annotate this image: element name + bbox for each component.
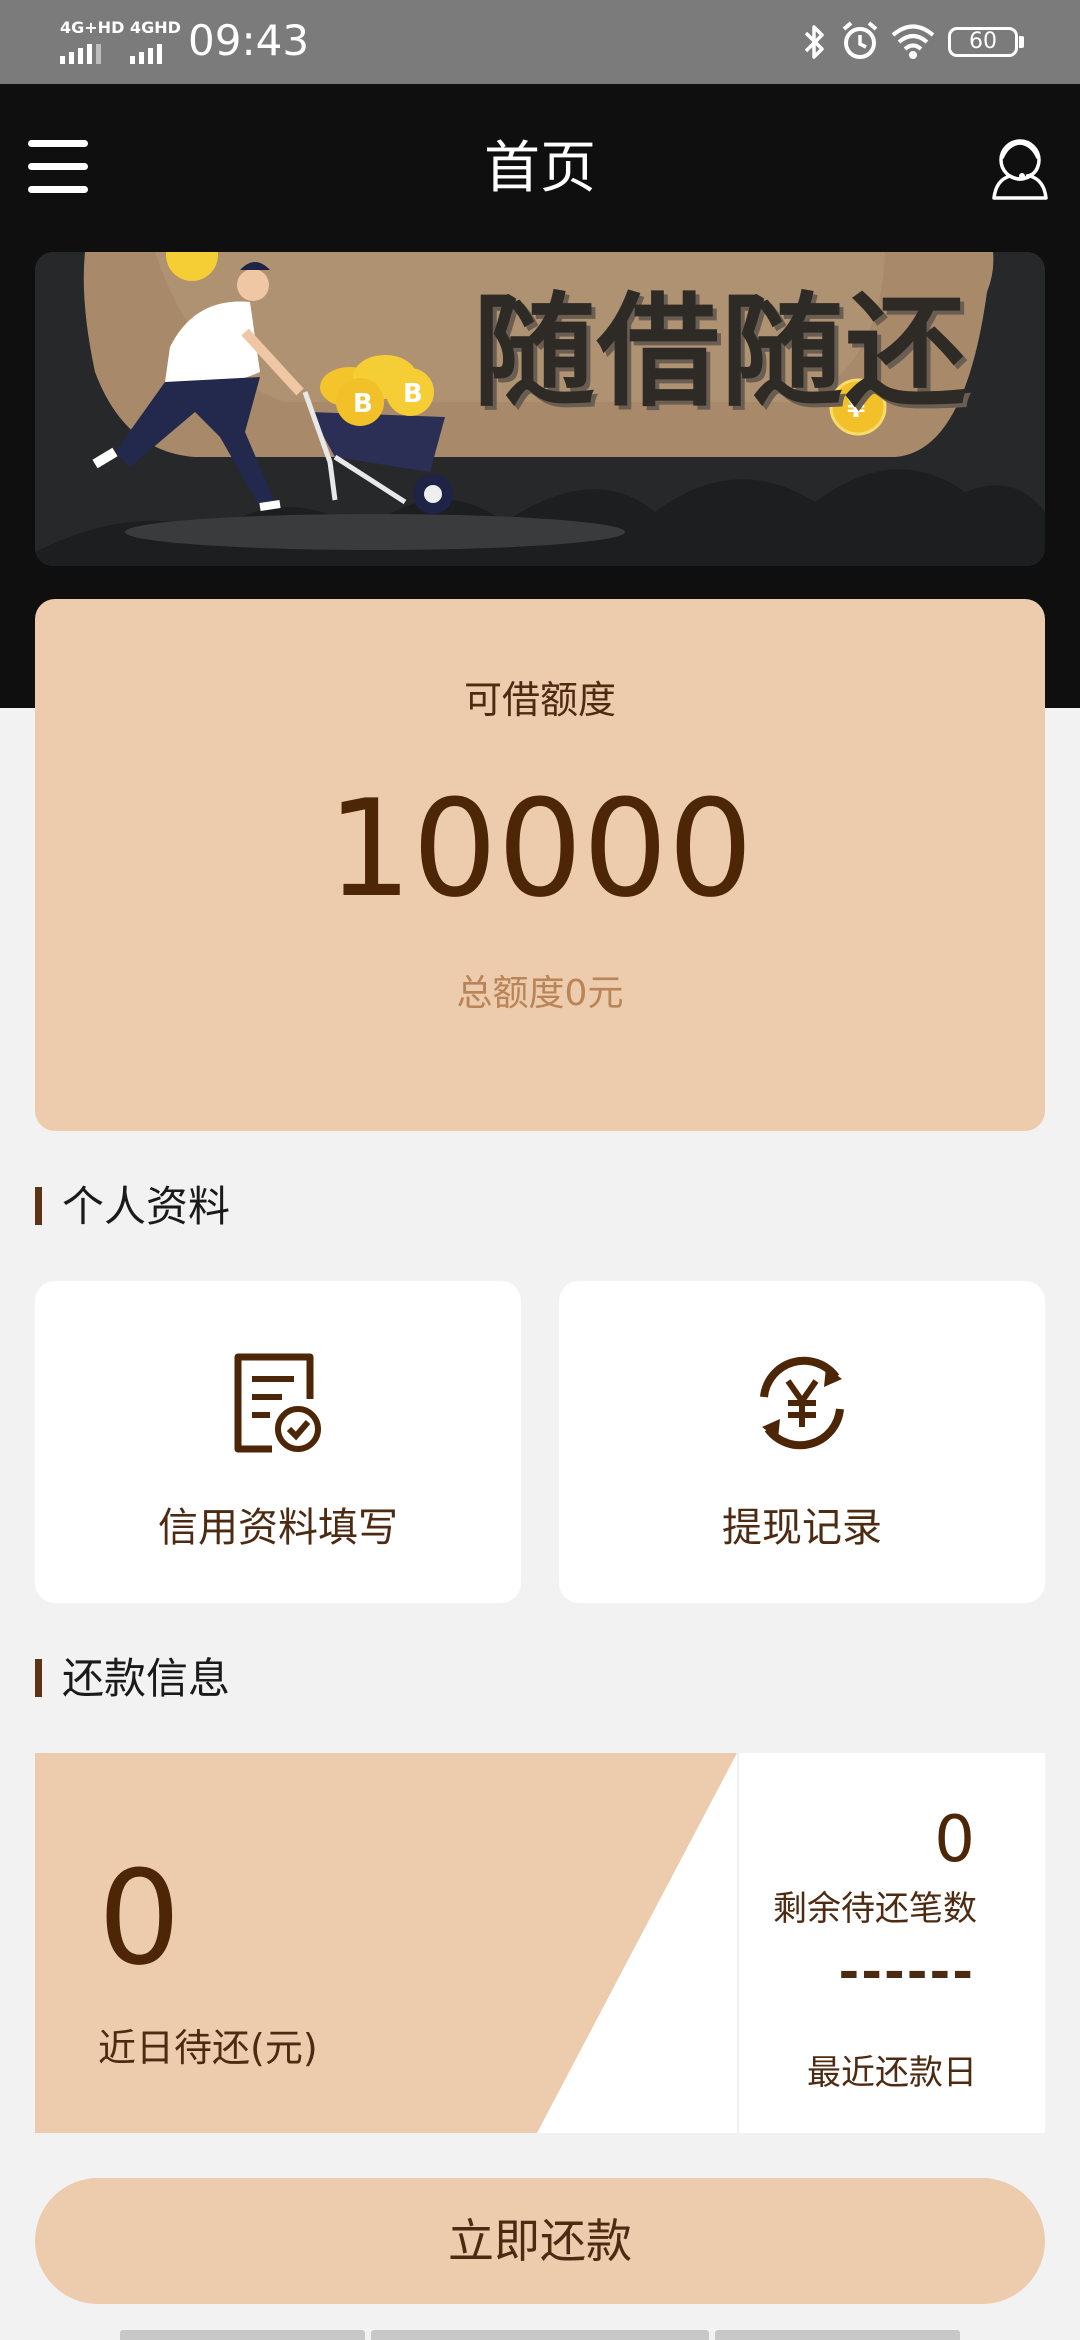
recent-repayment-date: ------ (838, 1943, 975, 2001)
signal-1: 4G+HD (60, 20, 124, 64)
credit-info-tile[interactable]: 信用资料填写 (35, 1281, 521, 1603)
battery-tip (1019, 36, 1024, 48)
remaining-count: 0 (934, 1803, 975, 1877)
withdrawal-record-tile[interactable]: 提现记录 (559, 1281, 1045, 1603)
credit-info-label: 信用资料填写 (158, 1505, 398, 1551)
signal-bars-1-icon (60, 42, 124, 64)
section-title-personal: 个人资料 (62, 1182, 231, 1231)
bottom-tab-3[interactable] (715, 2330, 960, 2340)
section-title-repayment: 还款信息 (62, 1654, 231, 1703)
promo-banner[interactable]: B B ¥ 随借随还 (35, 252, 1045, 566)
page-title: 首页 (484, 136, 596, 201)
network-type-1: 4G+HD (60, 18, 125, 37)
alarm-icon (842, 21, 878, 59)
signal-2: 4GHD (130, 20, 181, 64)
credit-limit-card: 可借额度 10000 总额度0元 (35, 599, 1045, 1131)
withdrawal-record-label: 提现记录 (722, 1505, 882, 1551)
credit-document-check-icon (234, 1353, 321, 1453)
available-limit-label: 可借额度 (463, 678, 616, 722)
wifi-icon (891, 24, 935, 59)
due-amount: 0 (98, 1842, 181, 1994)
yuan-refresh-icon (760, 1356, 844, 1450)
repay-now-button[interactable]: 立即还款 (35, 2178, 1045, 2304)
battery-icon: 60 (948, 27, 1018, 57)
bluetooth-icon (804, 25, 824, 59)
bottom-tab-1[interactable] (120, 2330, 365, 2340)
bottom-tab-2[interactable] (371, 2330, 709, 2340)
customer-service-button[interactable] (988, 134, 1052, 200)
battery-level: 60 (969, 29, 997, 54)
available-limit-amount: 10000 (326, 771, 754, 927)
due-amount-label: 近日待还(元) (98, 2026, 318, 2070)
banner-headline: 随借随还 (473, 281, 969, 423)
customer-service-icon (992, 139, 1048, 200)
repayment-info-card: 0 近日待还(元) 0 剩余待还笔数 ------ 最近还款日 (35, 1753, 1045, 2133)
section-marker (35, 1659, 42, 1697)
network-type-2: 4GHD (130, 18, 181, 37)
svg-text:B: B (403, 379, 423, 409)
top-app-bar: 首页 (0, 84, 1080, 252)
clock: 09:43 (188, 16, 310, 65)
status-bar: 4G+HD 4GHD 09:43 60 (0, 0, 1080, 84)
remaining-count-label: 剩余待还笔数 (773, 1889, 977, 1929)
recent-repayment-date-label: 最近还款日 (807, 2053, 977, 2093)
total-limit-text: 总额度0元 (456, 973, 624, 1014)
svg-text:B: B (353, 389, 373, 419)
section-marker (35, 1187, 42, 1225)
signal-bars-2-icon (130, 42, 181, 64)
